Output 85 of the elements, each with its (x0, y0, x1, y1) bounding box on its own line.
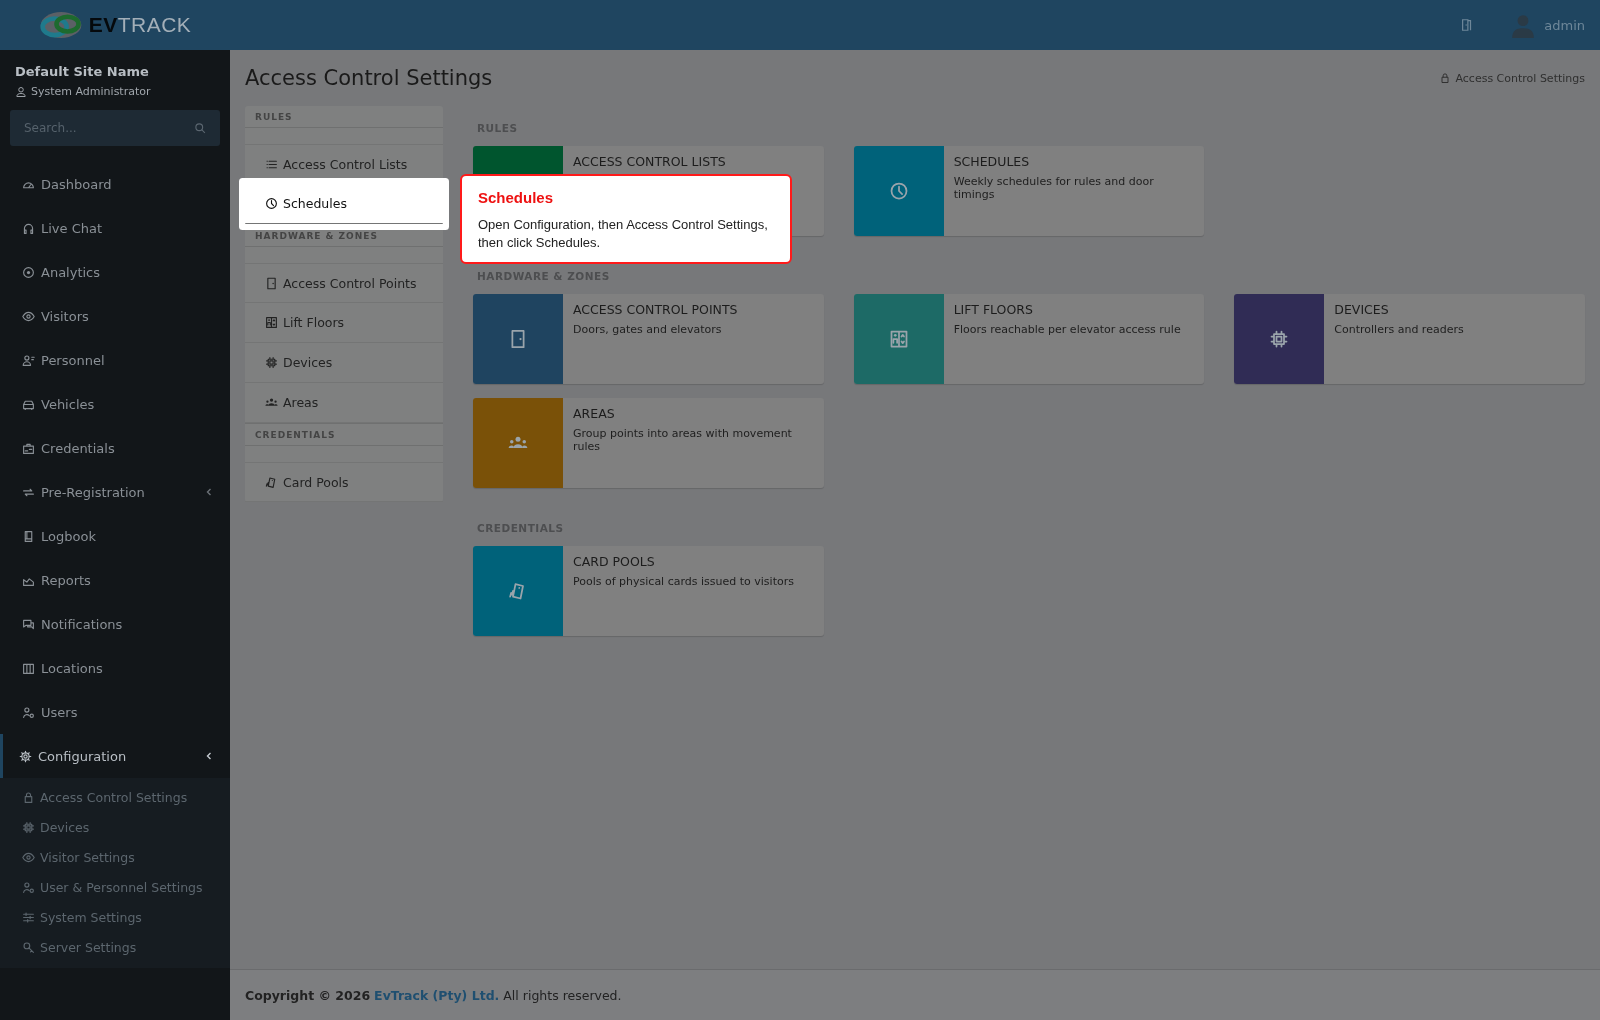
nav-item[interactable]: Notifications (0, 602, 230, 646)
user-role: System Administrator (31, 85, 151, 98)
nav-item[interactable]: Personnel (0, 338, 230, 382)
settings-card[interactable]: AREAS Group points into areas with movement rules (473, 398, 824, 488)
submenu-item[interactable]: User & Personnel Settings (0, 872, 230, 902)
menu-heading: CREDENTIALS (245, 423, 443, 446)
menu-item[interactable]: Lift Floors (245, 303, 443, 343)
card-description: Doors, gates and elevators (573, 323, 723, 336)
page-title: Access Control Settings (245, 66, 493, 90)
menu-item[interactable]: Areas (245, 383, 443, 423)
search-field[interactable]: Search... (10, 110, 220, 146)
tooltip-text: Open Configuration, then Access Control Settings, then click Schedules. (478, 216, 769, 253)
logo-text[interactable]: EVTRACK (88, 13, 192, 37)
settings-card[interactable]: SCHEDULES Weekly schedules for rules and door timings (853, 146, 1205, 236)
nav-item[interactable]: Pre-Registration (0, 470, 230, 514)
menu-icon (265, 475, 278, 489)
card-icon (888, 329, 909, 349)
menu-item[interactable]: Card Pools (245, 462, 443, 502)
submenu-item[interactable]: Server Settings (0, 932, 230, 962)
nav-icon (22, 441, 35, 455)
card-icon (888, 181, 909, 201)
menu-heading: RULES (245, 106, 443, 128)
settings-card[interactable]: CARD POOLS Pools of physical cards issued to visitors (473, 546, 824, 636)
menu-icon (265, 356, 278, 369)
tooltip-title: Schedules (478, 189, 555, 206)
nav-icon (22, 221, 35, 235)
breadcrumb[interactable]: Access Control Settings (1455, 71, 1585, 85)
submenu-icon (22, 850, 35, 864)
settings-card[interactable]: DEVICES Controllers and readers (1234, 294, 1585, 384)
nav-icon (22, 265, 35, 279)
nav-item[interactable]: Reports (0, 558, 230, 602)
card-title: ACCESS CONTROL POINTS (573, 302, 738, 317)
card-description: Group points into areas with movement rules (573, 427, 793, 453)
user-name[interactable]: admin (1544, 17, 1585, 33)
settings-card[interactable]: ACCESS CONTROL POINTS Doors, gates and elevators (473, 294, 824, 384)
card-title: SCHEDULES (953, 154, 1031, 169)
card-description: Controllers and readers (1334, 323, 1464, 336)
menu-icon (265, 316, 278, 329)
card-title: LIFT FLOORS (953, 302, 1034, 317)
submenu-icon (22, 910, 35, 924)
menu-item[interactable]: Devices (245, 343, 443, 383)
nav-icon (22, 309, 35, 323)
card-description: Weekly schedules for rules and door timings (953, 175, 1155, 201)
nav-icon (19, 749, 32, 763)
nav-item[interactable]: Visitors (0, 294, 230, 338)
chevron-icon[interactable] (204, 751, 214, 761)
nav-icon (22, 705, 35, 719)
submenu-item[interactable]: Visitor Settings (0, 842, 230, 872)
submenu-icon (22, 940, 35, 954)
card-description: Pools of physical cards issued to visitors (573, 575, 794, 588)
nav-item[interactable]: Analytics (0, 250, 230, 294)
card-icon (1269, 329, 1290, 349)
card-title: CARD POOLS (573, 554, 656, 569)
menu-icon (265, 396, 278, 409)
menu-icon (265, 276, 278, 290)
submenu-icon (22, 790, 35, 804)
menu-item[interactable]: Access Control Points (245, 263, 443, 303)
submenu-item[interactable]: Access Control Settings (0, 782, 230, 812)
nav-icon (22, 661, 35, 675)
nav-icon (22, 353, 35, 367)
nav-item[interactable]: Users (0, 690, 230, 734)
nav-item[interactable]: Dashboard (0, 162, 230, 206)
card-description: Floors reachable per elevator access rule (953, 323, 1181, 336)
nav-item[interactable]: Vehicles (0, 382, 230, 426)
card-title: DEVICES (1334, 302, 1390, 317)
nav-icon (22, 617, 35, 631)
nav-item[interactable]: Locations (0, 646, 230, 690)
lock-icon (1439, 72, 1452, 84)
user-icon (15, 85, 27, 98)
nav-item[interactable]: Credentials (0, 426, 230, 470)
search-icon[interactable] (194, 122, 206, 134)
copyright-text: Copyright © 2026 EvTrack (Pty) Ltd. All rights reserved. (245, 987, 622, 1003)
nav-item[interactable]: Logbook (0, 514, 230, 558)
menu-icon (265, 197, 278, 210)
submenu-icon (22, 880, 35, 894)
submenu-item[interactable]: System Settings (0, 902, 230, 932)
nav-item[interactable]: Live Chat (0, 206, 230, 250)
site-name: Default Site Name (15, 64, 150, 79)
submenu-item[interactable]: Devices (0, 812, 230, 842)
card-title: AREAS (573, 406, 616, 421)
card-title: ACCESS CONTROL LISTS (573, 154, 726, 169)
submenu-icon (22, 820, 35, 834)
menu-heading: HARDWARE & ZONES (245, 224, 443, 247)
nav-icon (22, 529, 35, 543)
settings-card[interactable]: LIFT FLOORS Floors reachable per elevator access rule (853, 294, 1205, 384)
